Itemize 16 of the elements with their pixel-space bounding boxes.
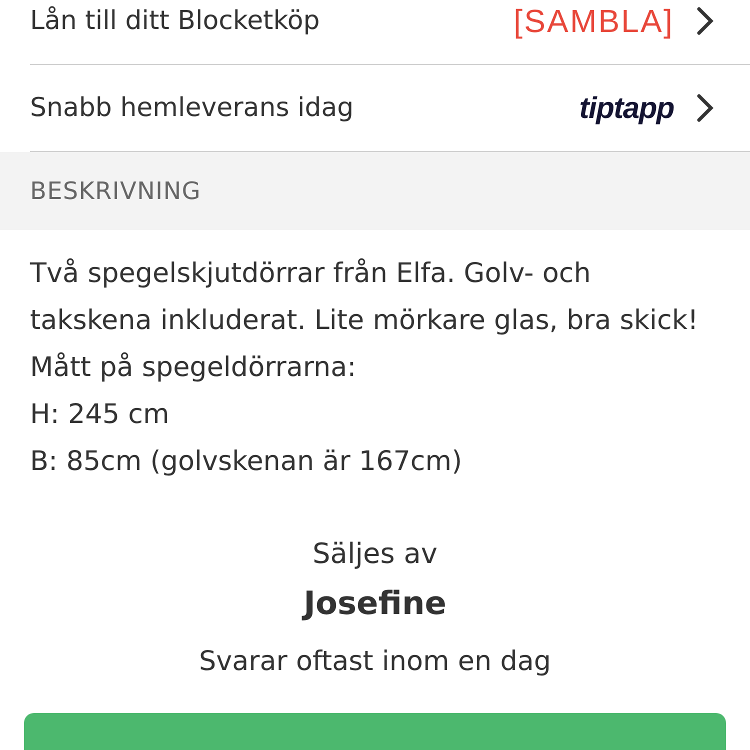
seller-caption: Säljes av xyxy=(312,537,438,571)
description-line: Två spegelskjutdörrar från Elfa. Golv- och xyxy=(30,257,592,291)
seller-name: Josefine xyxy=(304,583,446,623)
description-line: Mått på spegeldörrarna: xyxy=(30,351,358,385)
promo-label: Snabb hemleverans idag xyxy=(30,92,355,124)
promo-row[interactable]: Lån till ditt Blocketköp [SAMBLA] xyxy=(30,0,750,65)
delivery-logo: tiptapp xyxy=(579,90,674,126)
lender-logo: [SAMBLA] xyxy=(514,2,674,41)
promo-label: Lån till ditt Blocketköp xyxy=(30,4,321,38)
description-line: B: 85cm (golvskenan är 167cm) xyxy=(30,445,464,479)
response-time: Svarar oftast inom en dag xyxy=(198,645,552,679)
chevron-right-icon xyxy=(696,93,714,123)
section-title: BESKRIVNING xyxy=(30,176,201,207)
description-line: H: 245 cm xyxy=(30,398,170,432)
chevron-right-icon xyxy=(696,6,714,36)
description-line: takskena inkluderat. Lite mörkare glas, bra skick! xyxy=(30,304,700,338)
